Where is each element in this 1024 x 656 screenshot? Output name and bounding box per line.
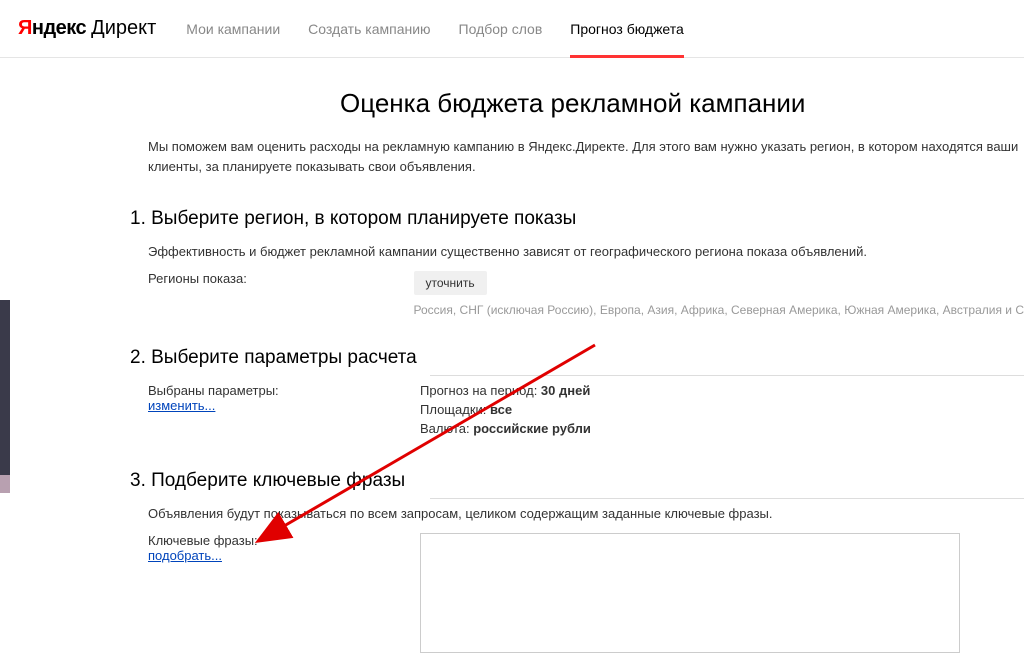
divider bbox=[430, 498, 1024, 499]
regions-list: Россия, СНГ (исключая Россию), Европа, А… bbox=[414, 303, 1024, 317]
section-keywords-title: 3. Подберите ключевые фразы bbox=[130, 470, 1024, 492]
section-params: 2. Выберите параметры расчета Выбраны па… bbox=[130, 347, 1024, 440]
decorative-strip bbox=[0, 475, 10, 493]
nav-word-selection[interactable]: Подбор слов bbox=[459, 0, 543, 57]
page-title: Оценка бюджета рекламной кампании bbox=[340, 88, 1024, 119]
intro-text: Мы поможем вам оценить расходы на реклам… bbox=[148, 137, 1024, 176]
refine-region-button[interactable]: уточнить bbox=[414, 271, 487, 295]
section-keywords: 3. Подберите ключевые фразы Объявления б… bbox=[130, 470, 1024, 656]
param-period: Прогноз на период: 30 дней bbox=[420, 383, 1024, 398]
section-region-desc: Эффективность и бюджет рекламной кампани… bbox=[148, 244, 1024, 259]
keywords-label: Ключевые фразы: bbox=[148, 533, 420, 548]
logo-ya: Я bbox=[18, 17, 32, 40]
nav-create-campaign[interactable]: Создать кампанию bbox=[308, 0, 430, 57]
header: Яндекс Директ Мои кампании Создать кампа… bbox=[0, 0, 1024, 58]
section-params-title: 2. Выберите параметры расчета bbox=[130, 347, 1024, 369]
logo-ndex: ндекс bbox=[32, 17, 86, 40]
section-region: 1. Выберите регион, в котором планируете… bbox=[130, 208, 1024, 317]
param-platforms: Площадки: все bbox=[420, 402, 1024, 417]
param-currency: Валюта: российские рубли bbox=[420, 421, 1024, 436]
content: Оценка бюджета рекламной кампании Мы пом… bbox=[0, 58, 1024, 656]
select-keywords-link[interactable]: подобрать... bbox=[148, 548, 222, 563]
change-params-link[interactable]: изменить... bbox=[148, 398, 215, 413]
regions-label: Регионы показа: bbox=[148, 271, 414, 317]
keywords-textarea[interactable] bbox=[420, 533, 960, 653]
nav-budget-forecast[interactable]: Прогноз бюджета bbox=[570, 0, 684, 57]
logo[interactable]: Яндекс Директ bbox=[18, 17, 156, 40]
decorative-strip bbox=[0, 300, 10, 490]
logo-direct: Директ bbox=[91, 17, 156, 40]
section-region-title: 1. Выберите регион, в котором планируете… bbox=[130, 208, 1024, 230]
nav-my-campaigns[interactable]: Мои кампании bbox=[186, 0, 280, 57]
params-label: Выбраны параметры: bbox=[148, 383, 420, 398]
section-keywords-desc: Объявления будут показываться по всем за… bbox=[148, 506, 1024, 521]
nav: Мои кампании Создать кампанию Подбор сло… bbox=[186, 0, 684, 57]
divider bbox=[430, 375, 1024, 376]
